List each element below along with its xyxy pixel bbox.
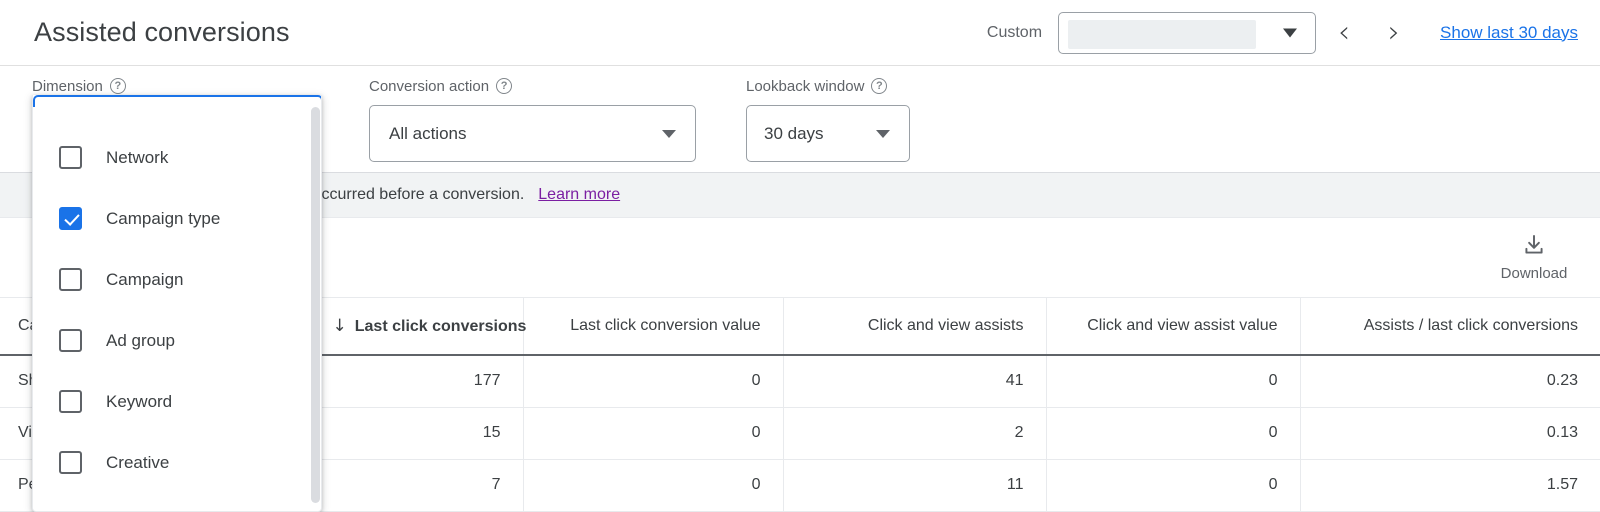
chevron-down-icon xyxy=(876,129,890,138)
cell-assists-per-last-click-conversions: 0.13 xyxy=(1299,407,1600,460)
cell-last-click-conversion-value: 0 xyxy=(522,355,783,408)
dimension-dropdown-menu[interactable]: Network Campaign type Campaign Ad group … xyxy=(32,95,322,512)
cell-last-click-conversion-value: 0 xyxy=(522,459,783,512)
checkbox-icon[interactable] xyxy=(59,451,82,474)
dimension-option-keyword[interactable]: Keyword xyxy=(33,371,321,432)
dimension-option-creative[interactable]: Creative xyxy=(33,432,321,493)
checkbox-icon[interactable] xyxy=(59,390,82,413)
column-header-last-click-conversion-value-label: Last click conversion value xyxy=(570,317,761,334)
help-icon[interactable]: ? xyxy=(871,78,888,94)
checkbox-checked-icon[interactable] xyxy=(59,207,82,230)
dropdown-scrollbar-thumb[interactable] xyxy=(311,107,320,503)
date-range-mode-label: Custom xyxy=(986,23,1043,41)
page-header: Assisted conversions Custom ‹ › Show las… xyxy=(0,0,1600,66)
cell-last-click-conversions: 7 xyxy=(319,459,523,512)
dimension-option-ad-group[interactable]: Ad group xyxy=(33,310,321,371)
conversion-action-select-value: All actions xyxy=(389,123,467,143)
sort-descending-icon: ↓ xyxy=(332,316,347,336)
lookback-window-select[interactable]: 30 days xyxy=(746,105,910,162)
download-label: Download xyxy=(1500,265,1568,282)
cell-click-and-view-assist-value: 0 xyxy=(1045,355,1300,408)
lookback-window-label-text: Lookback window xyxy=(746,77,865,95)
dimension-option-network[interactable]: Network xyxy=(33,127,321,188)
date-range-picker[interactable] xyxy=(1058,11,1317,54)
conversion-action-label-text: Conversion action xyxy=(369,77,490,95)
cell-assists-per-last-click-conversions: 1.57 xyxy=(1299,459,1600,512)
download-icon xyxy=(1525,235,1543,254)
column-header-click-and-view-assists[interactable]: Click and view assists xyxy=(782,298,1046,356)
column-header-last-click-conversions-label: Last click conversions xyxy=(354,318,527,335)
page-title: Assisted conversions xyxy=(34,17,290,47)
checkbox-icon[interactable] xyxy=(59,268,82,291)
cell-assists-per-last-click-conversions: 0.23 xyxy=(1299,355,1600,408)
dimension-option-label: Campaign xyxy=(106,269,184,289)
dimension-label-text: Dimension xyxy=(32,77,103,95)
assisted-conversions-page: Assisted conversions Custom ‹ › Show las… xyxy=(0,0,1600,512)
learn-more-link[interactable]: Learn more xyxy=(538,186,620,204)
lookback-window-filter-label: Lookback window ? xyxy=(746,76,910,96)
show-last-30-days-link[interactable]: Show last 30 days xyxy=(1440,23,1578,43)
dimension-filter-label: Dimension ? xyxy=(32,76,322,96)
cell-click-and-view-assists: 41 xyxy=(782,355,1046,408)
lookback-window-select-value: 30 days xyxy=(764,123,824,143)
column-header-last-click-conversions[interactable]: ↓ Last click conversions xyxy=(319,298,526,356)
cell-click-and-view-assist-value: 0 xyxy=(1045,459,1300,512)
next-period-button[interactable]: › xyxy=(1374,12,1414,54)
date-range-value-redacted xyxy=(1068,19,1257,49)
help-icon[interactable]: ? xyxy=(109,78,126,94)
column-header-click-and-view-assist-value-label: Click and view assist value xyxy=(1087,317,1278,334)
dimension-option-label: Ad group xyxy=(106,330,175,350)
help-icon[interactable]: ? xyxy=(496,78,513,94)
download-button[interactable]: Download xyxy=(1494,232,1574,282)
previous-period-button[interactable]: ‹ xyxy=(1324,12,1364,54)
column-header-last-click-conversion-value[interactable]: Last click conversion value xyxy=(522,298,783,356)
dimension-option-label: Creative xyxy=(106,452,170,472)
chevron-down-icon xyxy=(662,129,676,138)
dimension-option-label: Keyword xyxy=(106,391,173,411)
date-range-controls: Custom ‹ › Show last 30 days xyxy=(986,11,1578,54)
cell-last-click-conversion-value: 0 xyxy=(522,407,783,460)
dimension-option-campaign-type[interactable]: Campaign type xyxy=(33,188,321,249)
conversion-action-filter-label: Conversion action ? xyxy=(369,76,696,96)
checkbox-icon[interactable] xyxy=(59,329,82,352)
column-header-click-and-view-assist-value[interactable]: Click and view assist value xyxy=(1045,298,1300,356)
column-header-assists-per-last-click-conversions-label: Assists / last click conversions xyxy=(1363,317,1578,334)
dimension-option-label: Network xyxy=(106,147,169,167)
conversion-action-filter: Conversion action ? All actions xyxy=(369,76,696,162)
dimension-option-campaign[interactable]: Campaign xyxy=(33,249,321,310)
cell-click-and-view-assists: 11 xyxy=(782,459,1046,512)
dimension-option-label: Campaign type xyxy=(106,208,221,228)
column-header-click-and-view-assists-label: Click and view assists xyxy=(867,317,1024,334)
cell-last-click-conversions: 177 xyxy=(319,355,523,408)
conversion-action-select[interactable]: All actions xyxy=(369,105,696,162)
chevron-down-icon xyxy=(1283,28,1298,37)
checkbox-icon[interactable] xyxy=(59,146,82,169)
dimension-option-list: Network Campaign type Campaign Ad group … xyxy=(33,95,321,493)
column-header-assists-per-last-click-conversions[interactable]: Assists / last click conversions xyxy=(1299,298,1600,356)
lookback-window-filter: Lookback window ? 30 days xyxy=(746,76,910,162)
cell-last-click-conversions: 15 xyxy=(319,407,523,460)
cell-click-and-view-assist-value: 0 xyxy=(1045,407,1300,460)
cell-click-and-view-assists: 2 xyxy=(782,407,1046,460)
